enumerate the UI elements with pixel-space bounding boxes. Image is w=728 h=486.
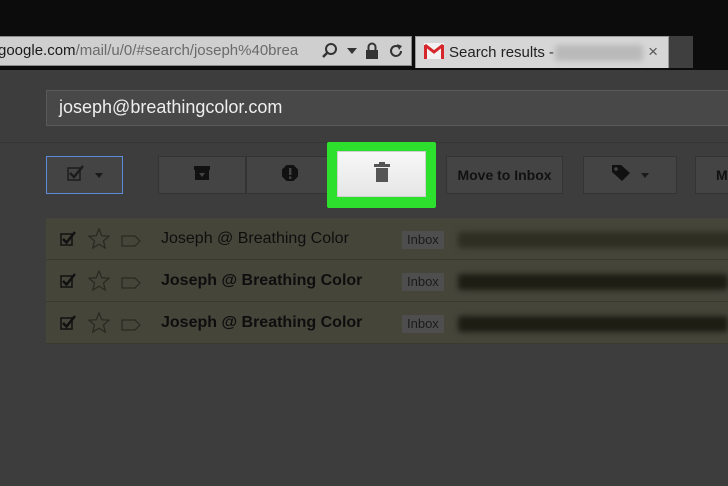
inbox-label: Inbox (402, 231, 444, 249)
blurred-subject (458, 316, 728, 332)
importance-marker-icon[interactable] (121, 318, 141, 336)
chevron-down-icon (94, 172, 103, 178)
trash-icon (373, 161, 390, 187)
tab-title: Search results - (449, 44, 555, 61)
search-icon[interactable] (321, 42, 339, 60)
url-domain: google.com (0, 42, 76, 59)
blurred-subject (458, 232, 728, 248)
url-text[interactable]: google.com/mail/u/0/#search/joseph%40bre… (0, 42, 298, 59)
inbox-label: Inbox (402, 273, 444, 291)
blurred-tab-text (555, 45, 643, 61)
label-tag-icon (611, 164, 631, 187)
checkbox-icon[interactable] (60, 231, 76, 252)
spam-icon (281, 164, 299, 187)
checkbox-icon[interactable] (60, 315, 76, 336)
labels-button[interactable] (583, 156, 677, 194)
message-row[interactable]: Joseph @ Breathing Color Inbox (46, 218, 728, 260)
search-query: joseph@breathingcolor.com (59, 97, 283, 117)
move-to-inbox-button[interactable]: Move to Inbox (446, 156, 563, 194)
browser-title-bar (0, 0, 728, 36)
report-spam-button[interactable] (246, 156, 334, 194)
more-button[interactable]: M (695, 156, 728, 194)
importance-marker-icon[interactable] (121, 234, 141, 252)
star-icon[interactable] (87, 311, 111, 338)
checkbox-icon (66, 164, 85, 186)
message-row[interactable]: Joseph @ Breathing Color Inbox (46, 302, 728, 344)
archive-button[interactable] (158, 156, 246, 194)
sender-name: Joseph @ Breathing Color (161, 230, 349, 247)
importance-marker-icon[interactable] (121, 276, 141, 294)
archive-icon (193, 165, 211, 186)
reload-icon[interactable] (387, 42, 405, 60)
lock-icon[interactable] (365, 42, 379, 60)
dropdown-arrow-icon[interactable] (347, 47, 357, 55)
select-all-button[interactable] (46, 156, 123, 194)
star-icon[interactable] (87, 227, 111, 254)
search-input[interactable]: joseph@breathingcolor.com (46, 90, 728, 126)
message-list: Joseph @ Breathing Color Inbox Joseph @ … (46, 218, 728, 344)
sender-name: Joseph @ Breathing Color (161, 272, 363, 289)
address-bar[interactable]: google.com/mail/u/0/#search/joseph%40bre… (0, 36, 412, 66)
message-row[interactable]: Joseph @ Breathing Color Inbox (46, 260, 728, 302)
close-icon[interactable]: × (648, 42, 658, 62)
star-icon[interactable] (87, 269, 111, 296)
inbox-label: Inbox (402, 315, 444, 333)
url-path: /mail/u/0/#search/joseph%40brea (75, 42, 299, 59)
new-tab-button[interactable] (669, 36, 693, 68)
blurred-subject (458, 274, 728, 290)
tab-search-results[interactable]: Search results - × (415, 36, 669, 68)
checkbox-icon[interactable] (60, 273, 76, 294)
gmail-icon (424, 43, 444, 64)
sender-name: Joseph @ Breathing Color (161, 314, 363, 331)
chevron-down-icon (641, 172, 649, 178)
delete-button[interactable] (337, 151, 426, 197)
